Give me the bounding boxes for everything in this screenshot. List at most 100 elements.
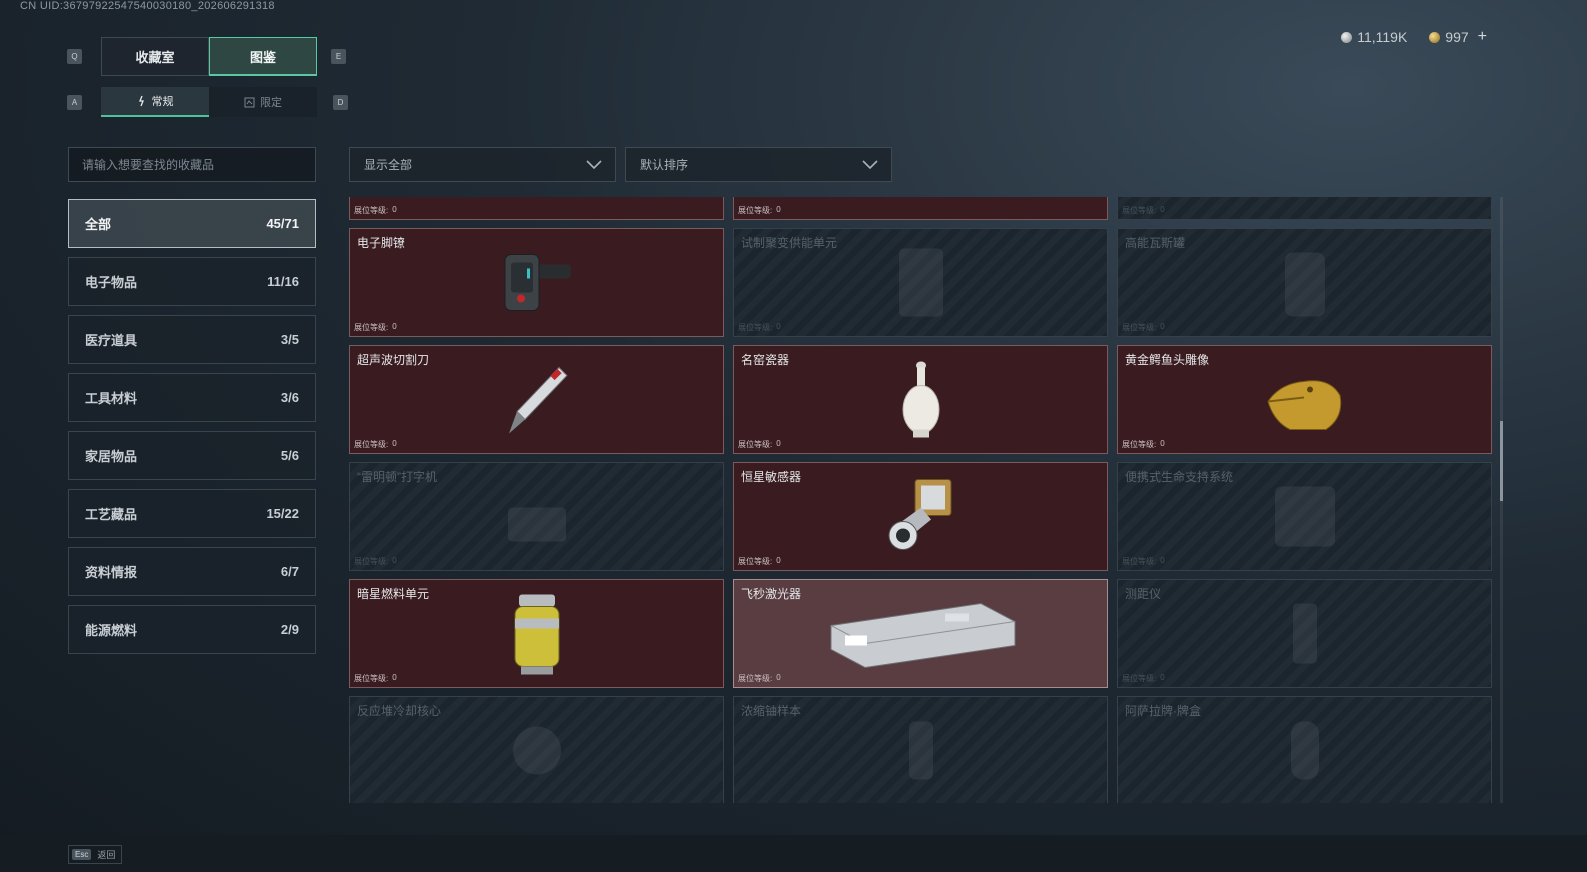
collection-card[interactable]: 阿萨拉牌·牌盒 [1117, 696, 1492, 803]
collection-card[interactable]: 名窑瓷器 展位等级: 0 [733, 345, 1108, 454]
category-count: 45/71 [266, 216, 299, 231]
category-crafts[interactable]: 工艺藏品 15/22 [68, 489, 316, 538]
bottom-bar [0, 835, 1587, 872]
card-level-value: 0 [392, 205, 397, 214]
card-level-value: 0 [776, 205, 781, 214]
gold-coin-icon [1429, 31, 1441, 43]
category-intel[interactable]: 资料情报 6/7 [68, 547, 316, 596]
silver-coin-icon [1341, 31, 1353, 43]
fusion-unit-icon [891, 242, 951, 327]
collection-card[interactable]: “雷明顿”打字机 展位等级: 0 [349, 462, 724, 571]
category-tools[interactable]: 工具材料 3/6 [68, 373, 316, 422]
collection-card[interactable]: 便携式生命支持系统 展位等级: 0 [1117, 462, 1492, 571]
sort-dropdown[interactable]: 默认排序 [625, 147, 892, 182]
collection-card[interactable]: 黄金鳄鱼头雕像展位等级: 0 [1117, 345, 1492, 454]
search-input[interactable] [68, 147, 316, 182]
category-count: 5/6 [280, 448, 299, 463]
card-name: 黄金鳄鱼头雕像 [1125, 353, 1210, 367]
card-name: 电子脚镣 [357, 236, 406, 250]
collection-card[interactable]: 测距仪展位等级: 0 [1117, 579, 1492, 688]
card-level-label: 展位等级: [738, 323, 773, 332]
category-label: 工具材料 [85, 391, 138, 406]
card-level: 展位等级: 0 [354, 673, 397, 684]
fuel-cell-icon [509, 590, 565, 681]
tab-limited-label: 限定 [260, 97, 282, 109]
card-level-value: 0 [392, 673, 397, 682]
display-filter-label: 显示全部 [364, 158, 413, 172]
porcelain-vase-icon [896, 357, 946, 446]
card-level: 展位等级: 0 [354, 205, 397, 216]
collection-card[interactable]: 电子脚镣 展位等级: 0 [349, 228, 724, 337]
uid-label: CN UID:3679792254754003018​0_20260629131… [20, 0, 275, 12]
limited-icon [244, 97, 255, 107]
collection-card[interactable]: 暗星燃料单元 展位等级: 0 [349, 579, 724, 688]
category-count: 3/5 [280, 332, 299, 347]
d-key-hint: D [333, 95, 348, 110]
card-level-value: 0 [1160, 205, 1165, 214]
grid-scrollbar[interactable] [1500, 197, 1503, 803]
display-filter-dropdown[interactable]: 显示全部 [349, 147, 616, 182]
card-level-label: 展位等级: [354, 206, 389, 215]
card-level-value: 0 [1160, 322, 1165, 331]
card-name: 便携式生命支持系统 [1125, 470, 1234, 484]
category-energy[interactable]: 能源燃料 2/9 [68, 605, 316, 654]
tab-limited[interactable]: 限定 [209, 87, 317, 117]
gold-amount: 997 [1445, 29, 1469, 45]
card-level: 展位等级: 0 [1122, 673, 1165, 684]
collection-card[interactable]: 试制聚变供能单元 展位等级: 0 [733, 228, 1108, 337]
tab-regular[interactable]: 常规 [101, 87, 209, 117]
collection-card[interactable]: 浓缩铀样本 [733, 696, 1108, 803]
collection-card[interactable]: 恒星敏感器展位等级: 0 [733, 462, 1108, 571]
card-level-label: 展位等级: [1122, 440, 1157, 449]
gold-currency: 997 + [1429, 28, 1487, 46]
currency-bar: 11,119K 997 + [1341, 28, 1487, 46]
collection-card[interactable]: 展位等级: 0 [1117, 197, 1492, 220]
card-name: 名窑瓷器 [741, 353, 790, 367]
category-electronics[interactable]: 电子物品 11/16 [68, 257, 316, 306]
tab-collection-room[interactable]: 收藏室 [101, 37, 209, 76]
card-name: “雷明顿”打字机 [357, 470, 437, 484]
silver-currency: 11,119K [1341, 28, 1407, 46]
card-name: 反应堆冷却核心 [357, 704, 442, 718]
collection-card[interactable]: 展位等级: 0 [733, 197, 1108, 220]
card-name: 测距仪 [1125, 587, 1162, 601]
collection-card[interactable]: 飞秒激光器 展位等级: 0 [733, 579, 1108, 688]
bronze-relic-icon [1265, 197, 1345, 205]
silver-amount: 11,119K [1357, 29, 1408, 45]
card-level: 展位等级: 0 [738, 556, 781, 567]
reactor-core-icon [502, 715, 572, 790]
card-level: 展位等级: 0 [1122, 205, 1165, 216]
typewriter-icon [502, 481, 572, 556]
card-name: 阿萨拉牌·牌盒 [1125, 704, 1201, 718]
card-name: 恒星敏感器 [741, 470, 802, 484]
collection-card[interactable]: 高能瓦斯罐 展位等级: 0 [1117, 228, 1492, 337]
category-household[interactable]: 家居物品 5/6 [68, 431, 316, 480]
card-level-value: 0 [392, 322, 397, 331]
a-key-hint: A [67, 95, 82, 110]
collection-card[interactable]: 超声波切割刀 展位等级: 0 [349, 345, 724, 454]
category-label: 能源燃料 [85, 623, 138, 638]
tab-codex[interactable]: 图鉴 [209, 37, 317, 76]
card-name: 试制聚变供能单元 [741, 236, 838, 250]
category-medical[interactable]: 医疗道具 3/5 [68, 315, 316, 364]
sort-label: 默认排序 [640, 158, 689, 172]
radio-device-icon [881, 197, 961, 205]
card-level-value: 0 [776, 439, 781, 448]
back-button[interactable]: Esc 返回 [68, 845, 123, 864]
card-level-label: 展位等级: [1122, 557, 1157, 566]
add-currency-button[interactable]: + [1478, 28, 1487, 46]
category-label: 医疗道具 [85, 333, 138, 348]
card-level: 展位等级: 0 [738, 673, 781, 684]
gold-device-icon [497, 197, 577, 205]
category-label: 工艺藏品 [85, 507, 138, 522]
ankle-monitor-icon [497, 246, 577, 323]
card-level-label: 展位等级: [738, 557, 773, 566]
scrollbar-thumb[interactable] [1500, 421, 1503, 501]
card-level-value: 0 [1160, 439, 1165, 448]
category-count: 2/9 [280, 622, 299, 637]
collection-card[interactable]: 反应堆冷却核心 [349, 696, 724, 803]
gas-canister-icon [1275, 242, 1335, 327]
collection-card[interactable]: 展位等级: 0 [349, 197, 724, 220]
category-all[interactable]: 全部 45/71 [68, 199, 316, 248]
card-level-label: 展位等级: [354, 674, 389, 683]
